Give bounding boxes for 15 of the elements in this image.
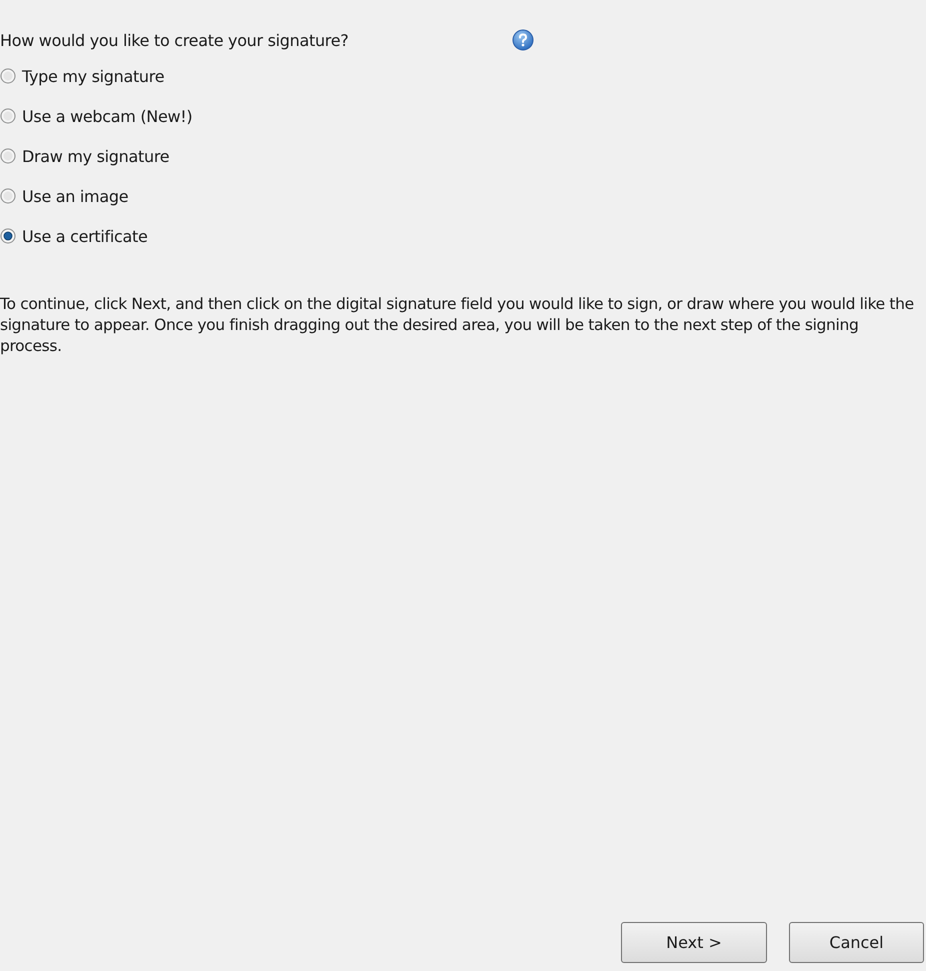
radio-button[interactable] [0,108,16,124]
radio-button[interactable] [0,68,16,84]
radio-button[interactable] [0,148,16,164]
radio-button[interactable] [0,188,16,204]
option-label[interactable]: Draw my signature [22,146,170,166]
option-label[interactable]: Use an image [22,186,128,206]
cancel-button[interactable]: Cancel [789,922,924,963]
help-icon[interactable] [512,29,534,51]
option-label[interactable]: Use a certificate [22,226,148,246]
next-button[interactable]: Next > [621,922,767,963]
instructions-text: To continue, click Next, and then click on the digital signature field you would like to sign, or draw where you would like the signature to appear. Once you finish dragging out the desired area, you will be taken to the next step of the signing process. [0,294,915,357]
option-label[interactable]: Type my signature [22,66,164,86]
radio-button[interactable] [0,228,16,244]
question-label: How would you like to create your signature? [0,30,350,50]
option-label[interactable]: Use a webcam (New!) [22,106,192,126]
